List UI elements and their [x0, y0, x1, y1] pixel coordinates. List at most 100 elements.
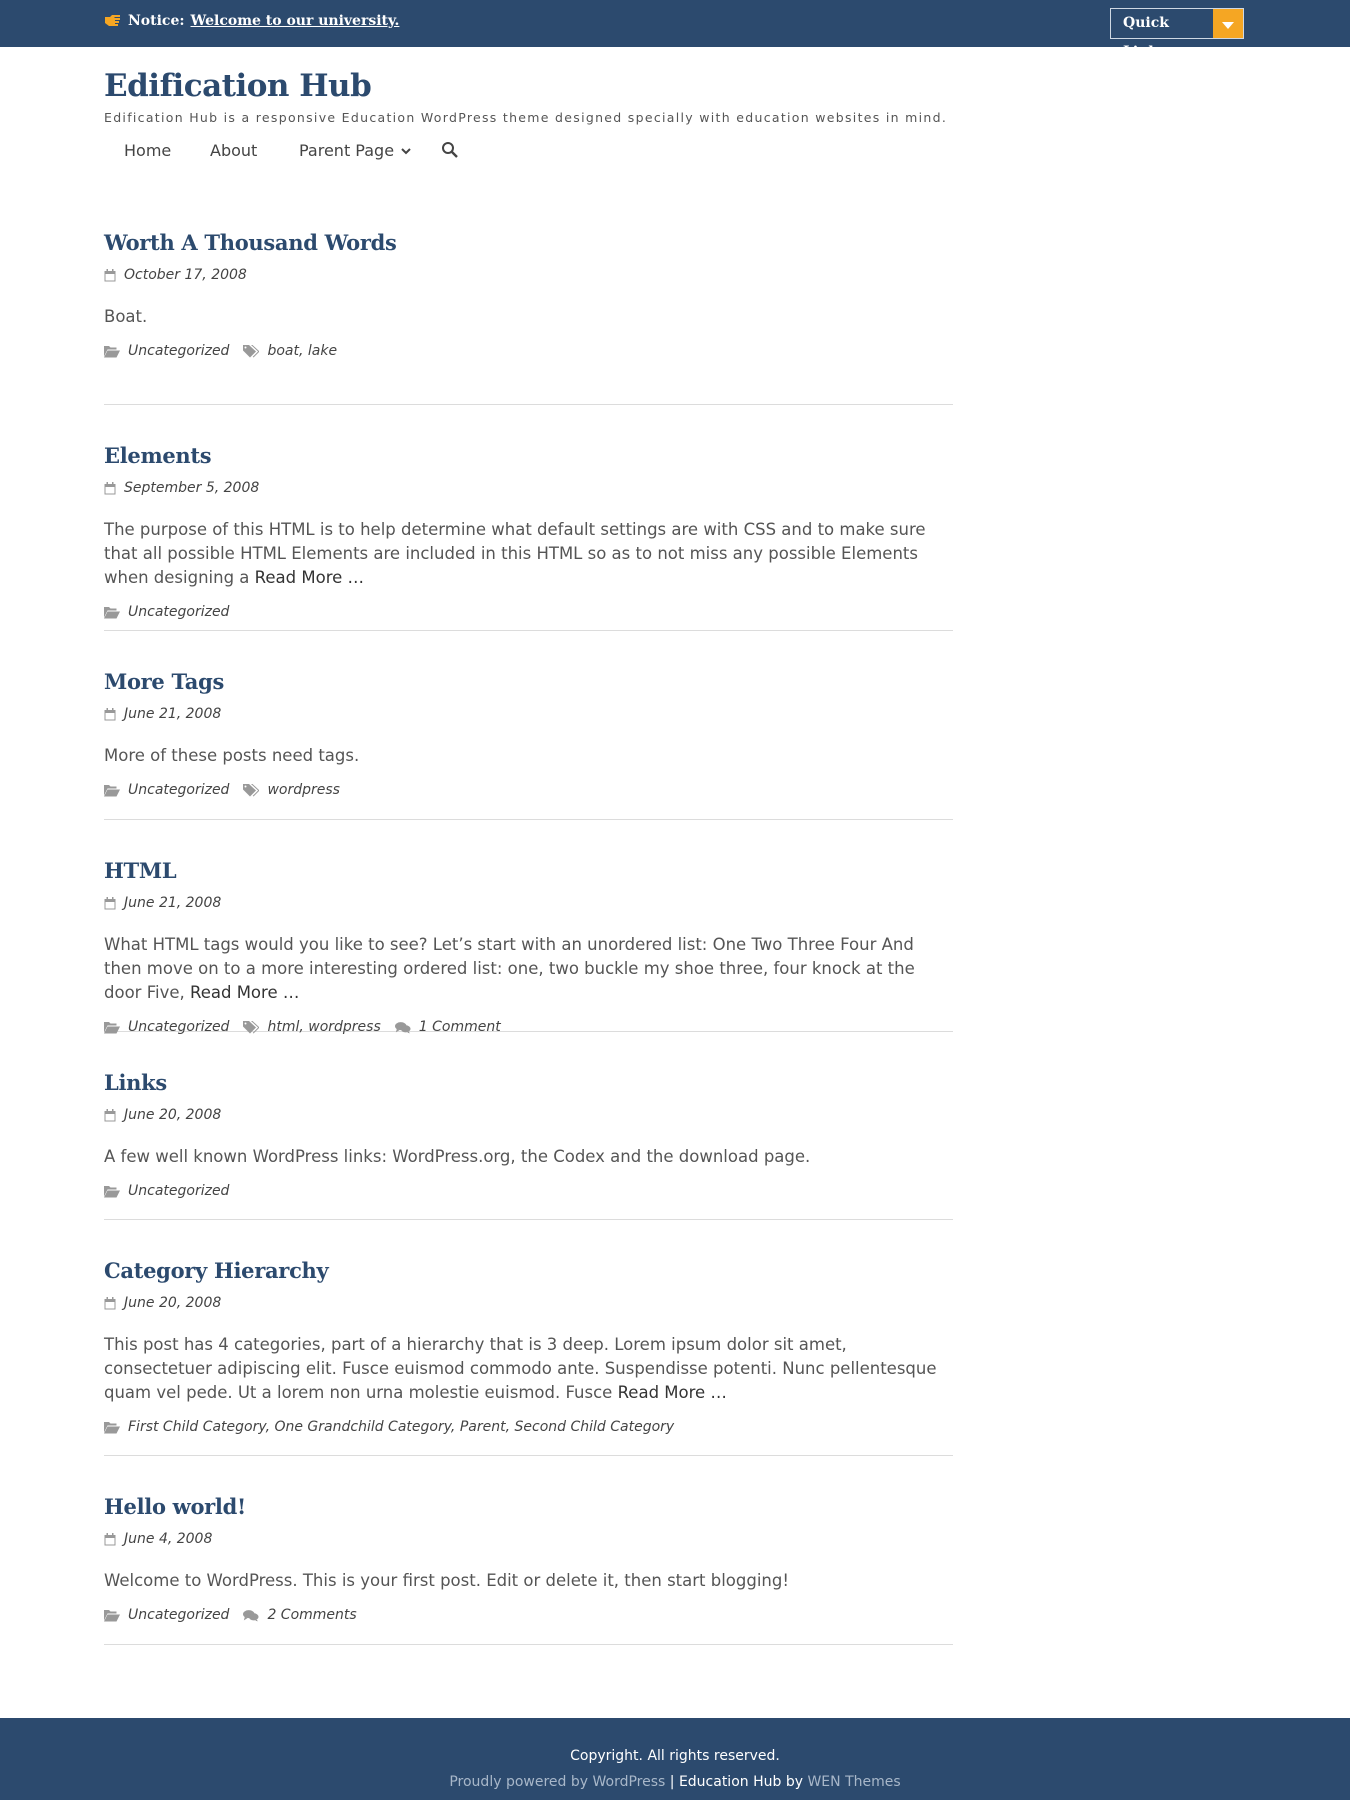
theme-text: Education Hub by [678, 1774, 803, 1790]
category-link[interactable]: First Child Category [128, 1419, 266, 1435]
post-excerpt: The purpose of this HTML is to help dete… [104, 518, 953, 590]
category-link[interactable]: Uncategorized [128, 1183, 229, 1199]
folder-open-icon [104, 1021, 120, 1033]
post: HTML June 21, 2008 What HTML tags would … [104, 858, 953, 1035]
search-icon[interactable] [440, 140, 460, 160]
calendar-icon [104, 1108, 116, 1121]
folder-open-icon [104, 606, 120, 618]
quick-links-label: Quick Links [1123, 15, 1169, 60]
notice: Notice: Welcome to our university. [104, 13, 399, 29]
post-date-link[interactable]: June 4, 2008 [124, 1531, 212, 1547]
read-more-link[interactable]: Read More … [255, 568, 364, 587]
post-date-link[interactable]: October 17, 2008 [124, 267, 247, 283]
comments-icon [394, 1021, 411, 1033]
tag-link[interactable]: wordpress [267, 782, 340, 798]
post-date-link[interactable]: June 20, 2008 [124, 1295, 221, 1311]
site-footer: Copyright. All rights reserved. Proudly … [0, 1718, 1350, 1800]
site-description: Edification Hub is a responsive Educatio… [104, 110, 948, 125]
folder-open-icon [104, 1421, 120, 1433]
post-meta: Uncategorized [104, 604, 953, 620]
notice-label: Notice: [128, 13, 185, 29]
post-date-link[interactable]: September 5, 2008 [124, 480, 259, 496]
tag-link[interactable]: html [267, 1019, 299, 1035]
post-date: September 5, 2008 [104, 480, 953, 496]
category-link[interactable]: Uncategorized [128, 1607, 229, 1623]
category-link[interactable]: Second Child Category [506, 1419, 675, 1435]
excerpt-text: More of these posts need tags. [104, 746, 360, 765]
nav-item-parent-page[interactable]: Parent Page [299, 141, 412, 160]
categories: First Child CategoryOne Grandchild Categ… [104, 1419, 674, 1435]
read-more-label: Read More [189, 983, 278, 1002]
tags-icon [243, 783, 260, 796]
quick-links-dropdown[interactable]: Quick Links [1110, 8, 1244, 60]
categories: Uncategorized [104, 1183, 229, 1199]
post-meta: Uncategorized 2 Comments [104, 1607, 953, 1623]
post-title[interactable]: Hello world! [104, 1494, 246, 1519]
nav-item-home[interactable]: Home [124, 141, 171, 160]
folder-open-icon [104, 345, 120, 357]
tag-link[interactable]: lake [299, 343, 337, 359]
post-excerpt: This post has 4 categories, part of a hi… [104, 1333, 953, 1405]
excerpt-text: Welcome to WordPress. This is your first… [104, 1571, 789, 1590]
calendar-icon [104, 1296, 116, 1309]
nav-item-about[interactable]: About [210, 141, 257, 160]
category-link[interactable]: Uncategorized [128, 1019, 229, 1035]
powered-by-link[interactable]: Proudly powered by WordPress [449, 1774, 665, 1790]
category-link[interactable]: Parent [451, 1419, 506, 1435]
read-more-link[interactable]: Read More … [618, 1383, 727, 1402]
categories: Uncategorized [104, 1019, 229, 1035]
post: Elements September 5, 2008 The purpose o… [104, 443, 953, 631]
post-title[interactable]: Elements [104, 443, 212, 468]
post: Hello world! June 4, 2008 Welcome to Wor… [104, 1494, 953, 1645]
site-title[interactable]: Edification Hub [104, 68, 372, 104]
post-title[interactable]: HTML [104, 858, 177, 883]
read-more-label: Read More [254, 568, 343, 587]
theme-author-link[interactable]: WEN Themes [807, 1774, 900, 1790]
category-link[interactable]: Uncategorized [128, 604, 229, 620]
post-title[interactable]: Worth A Thousand Words [104, 230, 397, 255]
tag-link[interactable]: wordpress [299, 1019, 380, 1035]
post-title[interactable]: More Tags [104, 669, 224, 694]
post-excerpt: Boat. [104, 305, 953, 329]
categories: Uncategorized [104, 343, 229, 359]
calendar-icon [104, 1532, 116, 1545]
post-meta: Uncategorized [104, 1183, 953, 1199]
nav-item-label: Parent Page [299, 141, 395, 160]
tag-link[interactable]: boat [267, 343, 299, 359]
excerpt-text: This post has 4 categories, part of a hi… [104, 1335, 937, 1402]
calendar-icon [104, 707, 116, 720]
category-link[interactable]: Uncategorized [128, 343, 229, 359]
comments-link[interactable]: 1 Comment [419, 1019, 501, 1035]
chevron-down-icon[interactable] [1213, 9, 1243, 38]
calendar-icon [104, 481, 116, 494]
tags-icon [243, 344, 260, 357]
comments: 2 Comments [243, 1607, 357, 1623]
post-title[interactable]: Links [104, 1070, 167, 1095]
notice-link[interactable]: Welcome to our university. [191, 13, 400, 29]
post-title[interactable]: Category Hierarchy [104, 1258, 329, 1283]
post-meta: Uncategorized wordpress [104, 782, 953, 798]
post-date-link[interactable]: June 21, 2008 [124, 895, 221, 911]
folder-open-icon [104, 784, 120, 796]
comments: 1 Comment [394, 1019, 501, 1035]
category-link[interactable]: One Grandchild Category [266, 1419, 451, 1435]
comments-link[interactable]: 2 Comments [267, 1607, 356, 1623]
post-date: June 20, 2008 [104, 1295, 953, 1311]
post: Category Hierarchy June 20, 2008 This po… [104, 1258, 953, 1456]
copyright-text: Copyright. All rights reserved. [570, 1748, 780, 1764]
post-date: October 17, 2008 [104, 267, 953, 283]
chevron-down-icon [401, 147, 411, 154]
read-more-label: Read More [617, 1383, 706, 1402]
categories: Uncategorized [104, 604, 229, 620]
read-more-link[interactable]: Read More … [190, 983, 299, 1002]
footer-credits: Proudly powered by WordPress | Education… [0, 1774, 1350, 1790]
post-excerpt: Welcome to WordPress. This is your first… [104, 1569, 953, 1593]
post-date-link[interactable]: June 21, 2008 [124, 706, 221, 722]
category-link[interactable]: Uncategorized [128, 782, 229, 798]
posts-list: Worth A Thousand Words October 17, 2008 … [104, 230, 953, 1645]
post-date: June 21, 2008 [104, 706, 953, 722]
post-date-link[interactable]: June 20, 2008 [124, 1107, 221, 1123]
excerpt-text: The purpose of this HTML is to help dete… [104, 520, 926, 587]
folder-open-icon [104, 1185, 120, 1197]
post-excerpt: A few well known WordPress links: WordPr… [104, 1145, 953, 1169]
